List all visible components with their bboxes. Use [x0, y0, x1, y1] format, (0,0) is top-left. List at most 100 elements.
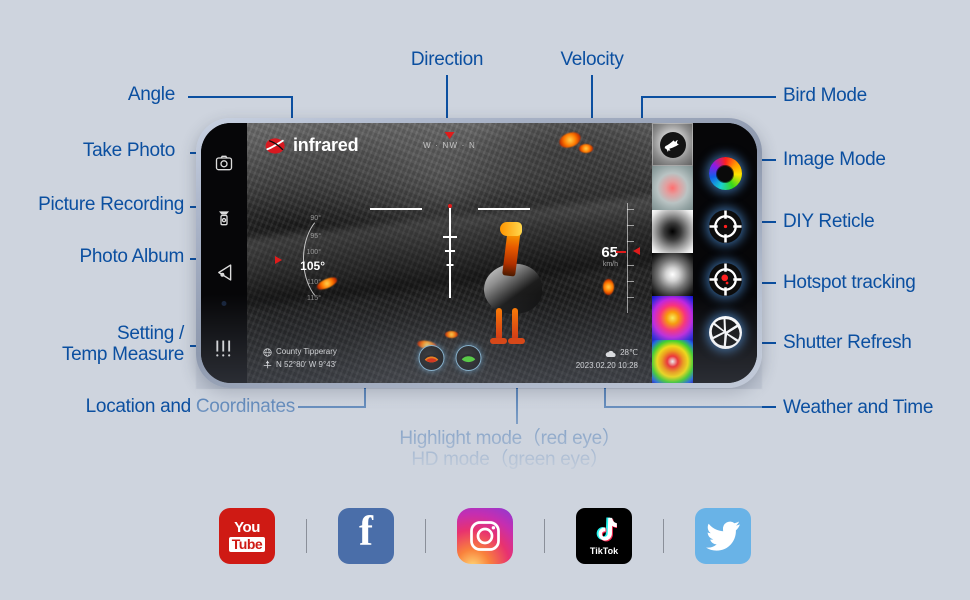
annotation-eye-modes: Highlight mode（red eye） HD mode（green ey… — [330, 428, 690, 471]
annotation-location-coordinates-text: Location and Coordinates — [85, 396, 296, 417]
color-wheel-icon — [717, 165, 733, 182]
annotation-diy-reticle-text: DIY Reticle — [783, 211, 875, 232]
globe-icon — [263, 348, 272, 357]
annotation-direction-text: Direction — [410, 49, 484, 70]
annotation-setting-temp: Setting / Temp Measure — [10, 323, 184, 366]
bird-foot — [507, 337, 525, 344]
direction-compass: W · NW · N — [423, 132, 476, 150]
ir-viewport[interactable]: infrared W · NW · N 90° 95° 100° 105° 11… — [247, 123, 652, 383]
take-photo-button[interactable] — [212, 151, 236, 175]
location-status: County Tipperary N 52°80′ W 9°43′ — [263, 346, 337, 371]
youtube-line1: You — [234, 518, 260, 536]
leader-bird-mode-h — [641, 96, 776, 98]
tiktok-label: TikTok — [589, 545, 619, 556]
velocity-tick — [627, 241, 634, 242]
setting-temp-button[interactable] — [211, 338, 237, 360]
angle-tick-90: 90° — [310, 215, 321, 222]
annotation-weather-time-text: Weather and Time — [783, 397, 934, 418]
phone-device: infrared W · NW · N 90° 95° 100° 105° 11… — [196, 118, 762, 388]
annotation-take-photo-text: Take Photo — [82, 140, 175, 161]
leader-angle-h — [188, 96, 293, 98]
photo-album-icon — [217, 263, 231, 281]
velocity-tick — [627, 209, 634, 210]
proximity-sensor-dot — [221, 301, 227, 306]
palette-red-hot-button[interactable] — [652, 166, 693, 210]
sliders-icon — [216, 340, 231, 357]
palette-rainbow-button[interactable] — [652, 339, 693, 383]
weather-time-status: 28℃ 2023.02.20 10:28 — [576, 347, 638, 373]
brand-logo: infrared — [265, 135, 359, 156]
hotspot-tracking-button[interactable] — [708, 263, 742, 296]
leader-location-h — [298, 406, 366, 408]
brand-name: infrared — [293, 135, 359, 155]
location-place: County Tipperary — [276, 347, 337, 357]
annotation-bird-mode-text: Bird Mode — [783, 85, 867, 106]
bird-mode-icon — [659, 131, 686, 158]
instagram-icon — [470, 521, 500, 551]
bird-foot — [489, 337, 507, 344]
annotation-image-mode: Image Mode — [783, 149, 886, 171]
reticle-left-arm — [369, 208, 422, 211]
annotation-direction: Direction — [385, 49, 509, 71]
picture-recording-button[interactable] — [212, 206, 236, 230]
annotation-hotspot-tracking: Hotspot tracking — [783, 272, 916, 294]
highlight-mode-button[interactable] — [418, 345, 444, 371]
location-coordinates: N 52°80′ W 9°43′ — [276, 359, 337, 369]
hd-mode-button[interactable] — [455, 345, 481, 371]
bird-mode-button[interactable] — [652, 123, 693, 167]
annotation-image-mode-text: Image Mode — [783, 149, 886, 170]
hotspot-icon — [708, 263, 742, 296]
phone-screen: infrared W · NW · N 90° 95° 100° 105° 11… — [201, 123, 757, 383]
annotation-photo-album: Photo Album — [20, 246, 185, 268]
annotation-location-coordinates: Location and Coordinates — [30, 396, 296, 418]
annotation-take-photo: Take Photo — [20, 140, 175, 162]
annotation-picture-recording: Picture Recording — [4, 194, 184, 216]
velocity-tick — [627, 265, 634, 266]
velocity-indicator-bar — [616, 251, 626, 253]
palette-black-hot-button[interactable] — [652, 209, 693, 253]
annotation-velocity: Velocity — [537, 49, 647, 71]
tiktok-link[interactable]: TikTok — [576, 508, 632, 564]
social-links-row: You Tube f TikTok — [0, 508, 970, 564]
weather-row: 28℃ — [576, 347, 638, 360]
annotation-highlight-mode-text: Highlight mode（red eye） — [399, 428, 621, 449]
annotation-angle: Angle — [30, 84, 175, 106]
reticle-center-dot — [447, 204, 452, 209]
crosshair-reticle — [369, 198, 530, 318]
youtube-line2: Tube — [228, 536, 266, 552]
reticle-vertical-arm — [448, 208, 451, 299]
reticle-rung — [446, 264, 453, 267]
annotation-bird-mode: Bird Mode — [783, 85, 867, 107]
twitter-link[interactable] — [695, 508, 751, 564]
angle-tick-115: 115° — [307, 295, 321, 302]
red-eye-icon — [422, 354, 440, 363]
shutter-refresh-button[interactable] — [708, 316, 742, 349]
weather-temperature: 28℃ — [620, 348, 638, 358]
reticle-rung — [444, 250, 455, 253]
annotation-picture-recording-text: Picture Recording — [38, 194, 184, 215]
annotation-weather-time: Weather and Time — [783, 397, 933, 419]
palette-fusion-button[interactable] — [652, 296, 693, 340]
instagram-link[interactable] — [457, 508, 513, 564]
annotation-photo-album-text: Photo Album — [79, 246, 185, 267]
annotation-diy-reticle: DIY Reticle — [783, 211, 875, 233]
facebook-glyph: f — [359, 509, 373, 556]
image-mode-button[interactable] — [708, 157, 742, 190]
annotation-setting-line2: Temp Measure — [61, 344, 184, 366]
photo-album-button[interactable] — [212, 260, 236, 284]
palette-strip — [652, 123, 693, 383]
annotation-setting-line1: Setting / — [116, 323, 184, 344]
youtube-link[interactable]: You Tube — [219, 508, 275, 564]
angle-current-value: 105° — [300, 259, 325, 273]
palette-white-hot-button[interactable] — [652, 252, 693, 297]
velocity-gauge: 65 km/h — [578, 203, 640, 313]
bird-glyph-icon — [664, 140, 679, 153]
facebook-link[interactable]: f — [338, 508, 394, 564]
left-control-rail — [201, 123, 247, 383]
camera-icon — [215, 155, 233, 171]
annotation-shutter-refresh-text: Shutter Refresh — [783, 332, 912, 353]
velocity-tick — [627, 297, 634, 298]
reticle-right-arm — [477, 208, 530, 211]
diy-reticle-button[interactable] — [708, 210, 742, 243]
angle-pointer-icon — [275, 256, 282, 264]
